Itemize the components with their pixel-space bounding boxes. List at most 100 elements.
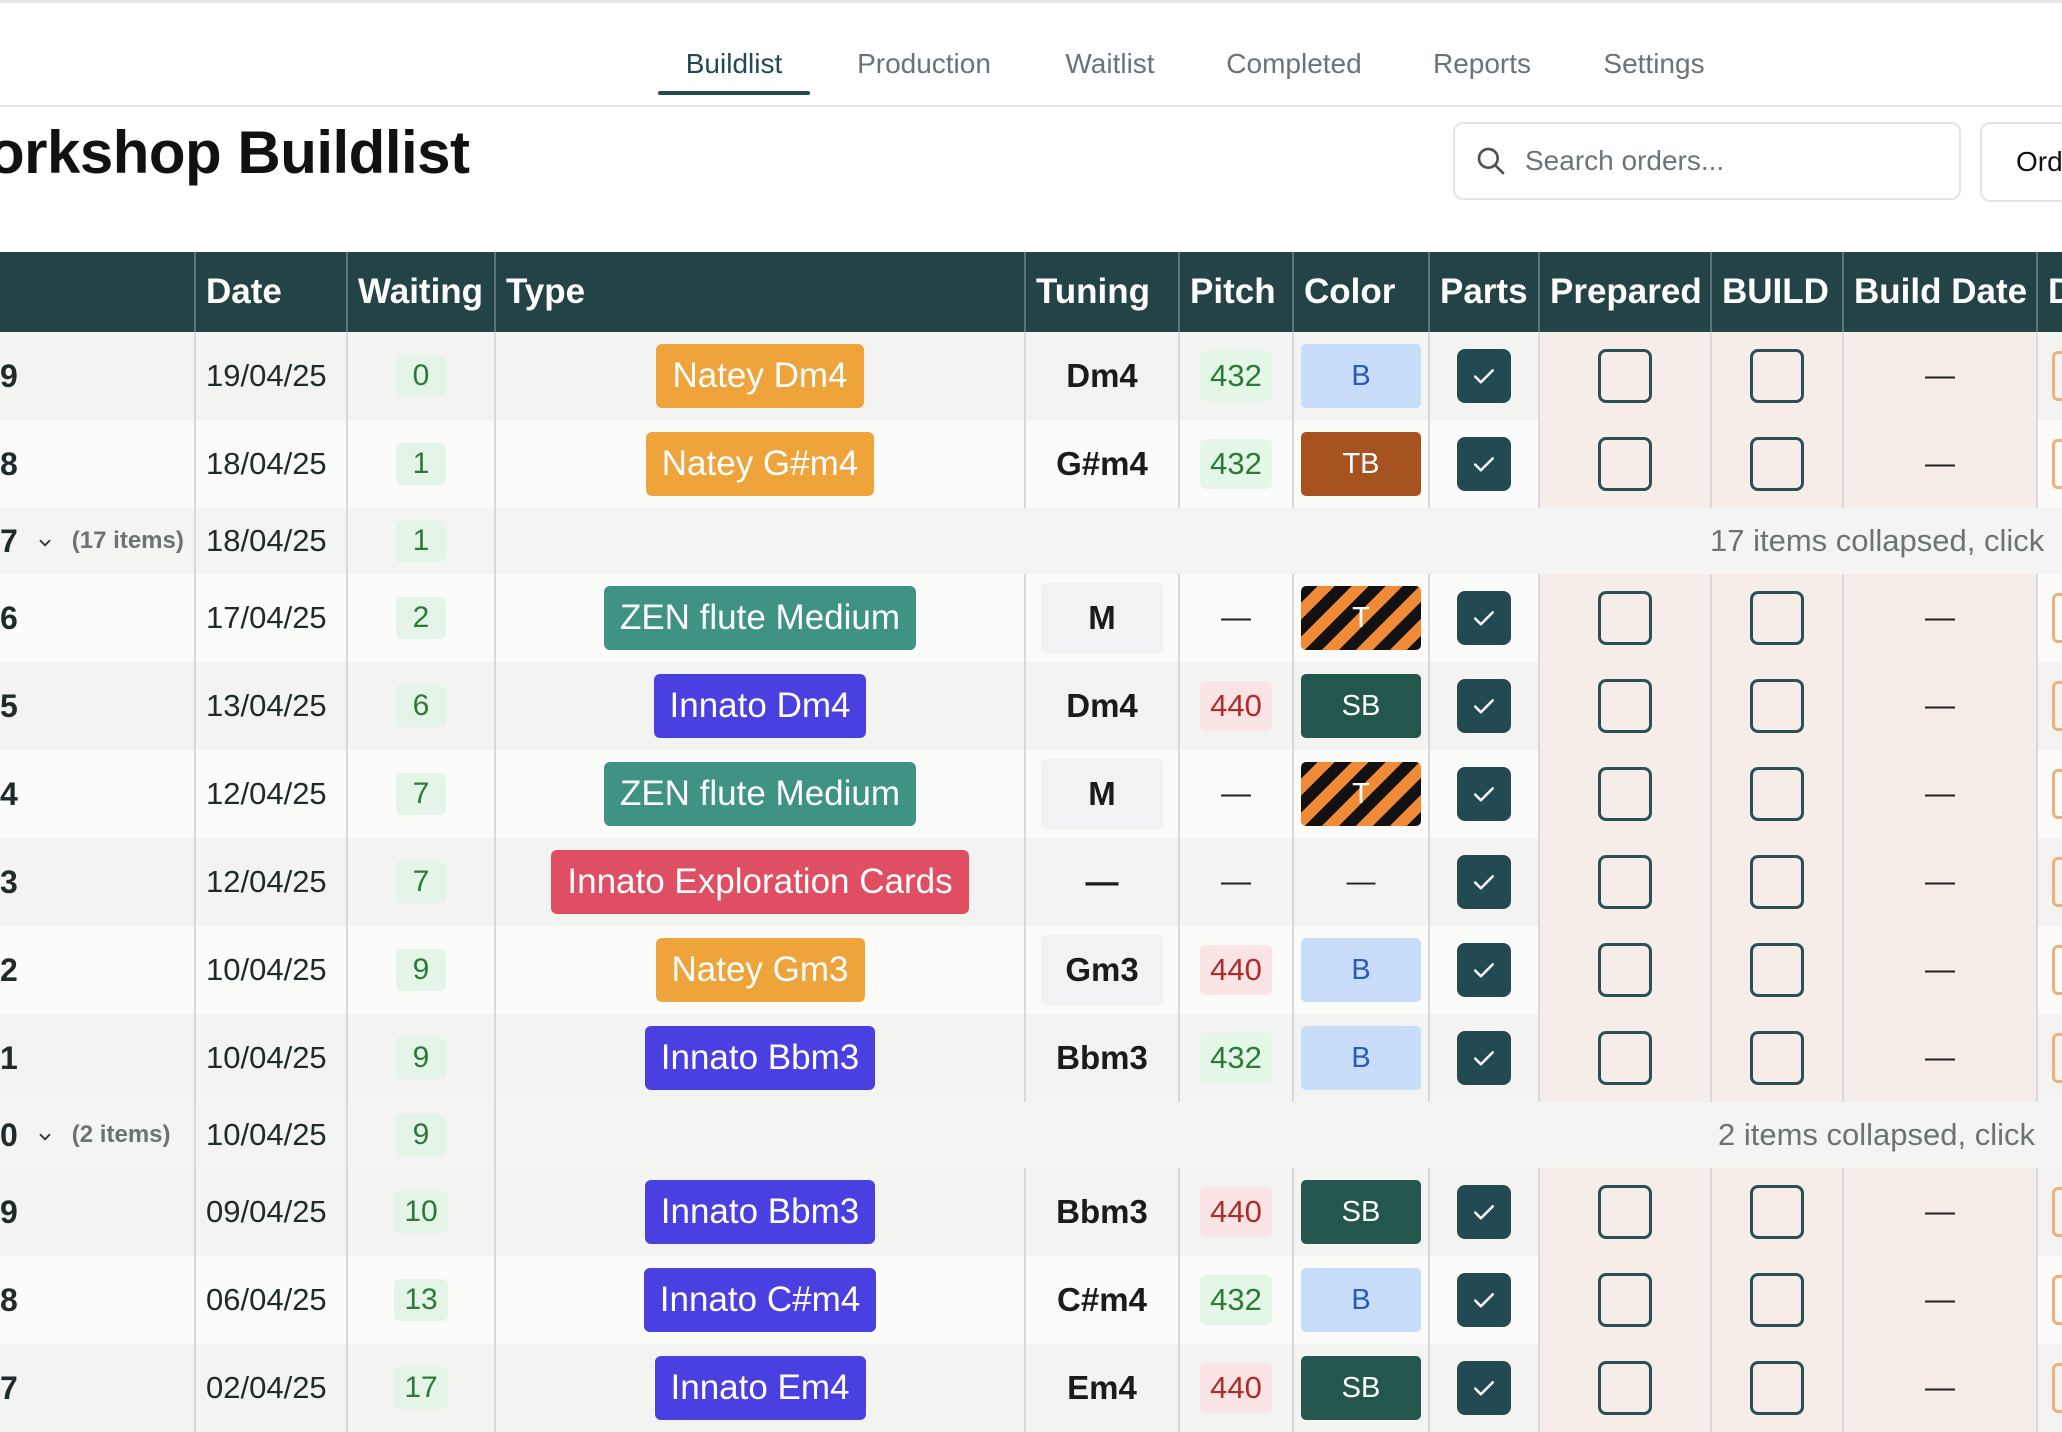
prepared-checkbox[interactable] (1598, 943, 1652, 997)
color-swatch[interactable]: SB (1301, 1180, 1421, 1244)
parts-checkbox[interactable] (1457, 591, 1511, 645)
header-parts[interactable]: Parts (1430, 252, 1540, 332)
build-checkbox[interactable] (1750, 1273, 1804, 1327)
color-swatch[interactable]: — (1301, 850, 1421, 914)
parts-checkbox[interactable] (1457, 679, 1511, 733)
prepared-checkbox[interactable] (1598, 1185, 1652, 1239)
next-column-box[interactable] (2052, 681, 2062, 731)
build-checkbox[interactable] (1750, 943, 1804, 997)
type-button[interactable]: Innato Bbm3 (644, 1180, 876, 1244)
type-button[interactable]: Innato C#m4 (643, 1268, 877, 1332)
header-type[interactable]: Type (496, 252, 1026, 332)
prepared-checkbox[interactable] (1598, 1361, 1652, 1415)
color-swatch[interactable]: SB (1301, 674, 1421, 738)
build-checkbox[interactable] (1750, 349, 1804, 403)
prepared-checkbox[interactable] (1598, 1031, 1652, 1085)
group-id[interactable]: 7 (17 items) (0, 523, 184, 560)
prepared-checkbox[interactable] (1598, 437, 1652, 491)
type-button[interactable]: Innato Bbm3 (644, 1026, 876, 1090)
next-column-box[interactable] (2052, 769, 2062, 819)
waiting-badge: 1 (396, 520, 446, 562)
group-row[interactable]: 7 (17 items) 18/04/25 1 17 items collapsed, … (0, 508, 2062, 574)
group-row[interactable]: 0 (2 items) 10/04/25 9 2 items collapsed, cl… (0, 1102, 2062, 1168)
tab-buildlist[interactable]: Buildlist (658, 39, 810, 95)
next-column-box[interactable] (2052, 857, 2062, 907)
collapsed-message[interactable]: 17 items collapsed, click (1710, 508, 2062, 574)
prepared-cell (1540, 662, 1712, 750)
color-swatch[interactable]: B (1301, 344, 1421, 408)
header-pitch[interactable]: Pitch (1180, 252, 1294, 332)
next-column-box[interactable] (2052, 1275, 2062, 1325)
parts-checkbox[interactable] (1457, 1361, 1511, 1415)
prepared-checkbox[interactable] (1598, 349, 1652, 403)
tab-settings[interactable]: Settings (1586, 39, 1722, 89)
next-column-box[interactable] (2052, 945, 2062, 995)
header-tuning[interactable]: Tuning (1026, 252, 1180, 332)
parts-checkbox[interactable] (1457, 1031, 1511, 1085)
prepared-checkbox[interactable] (1598, 591, 1652, 645)
header-color[interactable]: Color (1294, 252, 1430, 332)
build-checkbox[interactable] (1750, 437, 1804, 491)
tab-completed[interactable]: Completed (1210, 39, 1378, 89)
color-swatch[interactable]: B (1301, 938, 1421, 1002)
header-build-date[interactable]: Build Date (1844, 252, 2038, 332)
build-checkbox[interactable] (1750, 1361, 1804, 1415)
header-d[interactable]: D (2038, 252, 2062, 332)
type-button[interactable]: Natey G#m4 (645, 432, 875, 496)
build-checkbox[interactable] (1750, 767, 1804, 821)
next-column-box[interactable] (2052, 593, 2062, 643)
next-column-box[interactable] (2052, 1363, 2062, 1413)
type-button[interactable]: Innato Dm4 (653, 674, 867, 738)
parts-checkbox[interactable] (1457, 437, 1511, 491)
waiting-cell: 0 (348, 332, 496, 420)
order-id: 1 (0, 1039, 18, 1076)
type-button[interactable]: ZEN flute Medium (603, 586, 917, 650)
prepared-checkbox[interactable] (1598, 679, 1652, 733)
prepared-checkbox[interactable] (1598, 855, 1652, 909)
orders-button[interactable]: Ord (1980, 122, 2062, 202)
type-button[interactable]: Natey Gm3 (655, 938, 865, 1002)
build-checkbox[interactable] (1750, 855, 1804, 909)
build-checkbox[interactable] (1750, 1031, 1804, 1085)
chevron-down-icon[interactable] (36, 523, 54, 560)
header-date[interactable]: Date (196, 252, 348, 332)
tab-reports[interactable]: Reports (1420, 39, 1544, 89)
parts-checkbox[interactable] (1457, 1273, 1511, 1327)
type-button[interactable]: Natey Dm4 (656, 344, 864, 408)
build-checkbox[interactable] (1750, 679, 1804, 733)
tab-production[interactable]: Production (840, 39, 1008, 89)
date-text: 10/04/25 (206, 1040, 327, 1075)
parts-checkbox[interactable] (1457, 349, 1511, 403)
search-box[interactable] (1453, 122, 1961, 200)
next-column-box[interactable] (2052, 1187, 2062, 1237)
parts-checkbox[interactable] (1457, 943, 1511, 997)
collapsed-message[interactable]: 2 items collapsed, click (1718, 1102, 2062, 1168)
parts-checkbox[interactable] (1457, 1185, 1511, 1239)
type-button[interactable]: Innato Exploration Cards (551, 850, 969, 914)
search-input[interactable] (1523, 144, 1927, 178)
color-swatch[interactable]: T (1301, 586, 1421, 650)
header-waiting[interactable]: Waiting (348, 252, 496, 332)
color-swatch[interactable]: B (1301, 1026, 1421, 1090)
parts-checkbox[interactable] (1457, 855, 1511, 909)
color-swatch[interactable]: B (1301, 1268, 1421, 1332)
tab-waitlist[interactable]: Waitlist (1050, 39, 1170, 89)
color-swatch[interactable]: T (1301, 762, 1421, 826)
build-checkbox[interactable] (1750, 591, 1804, 645)
color-swatch[interactable]: SB (1301, 1356, 1421, 1420)
color-swatch[interactable]: TB (1301, 432, 1421, 496)
parts-checkbox[interactable] (1457, 767, 1511, 821)
type-button[interactable]: Innato Em4 (654, 1356, 866, 1420)
next-column-box[interactable] (2052, 439, 2062, 489)
prepared-checkbox[interactable] (1598, 767, 1652, 821)
type-button[interactable]: ZEN flute Medium (603, 762, 917, 826)
header-prepared[interactable]: Prepared (1540, 252, 1712, 332)
group-id[interactable]: 0 (2 items) (0, 1117, 171, 1154)
next-column-box[interactable] (2052, 1033, 2062, 1083)
chevron-down-icon[interactable] (36, 1117, 54, 1154)
next-column-box[interactable] (2052, 351, 2062, 401)
header-build[interactable]: BUILD (1712, 252, 1844, 332)
tuning-cell: Bbm3 (1026, 1014, 1180, 1102)
build-checkbox[interactable] (1750, 1185, 1804, 1239)
prepared-checkbox[interactable] (1598, 1273, 1652, 1327)
